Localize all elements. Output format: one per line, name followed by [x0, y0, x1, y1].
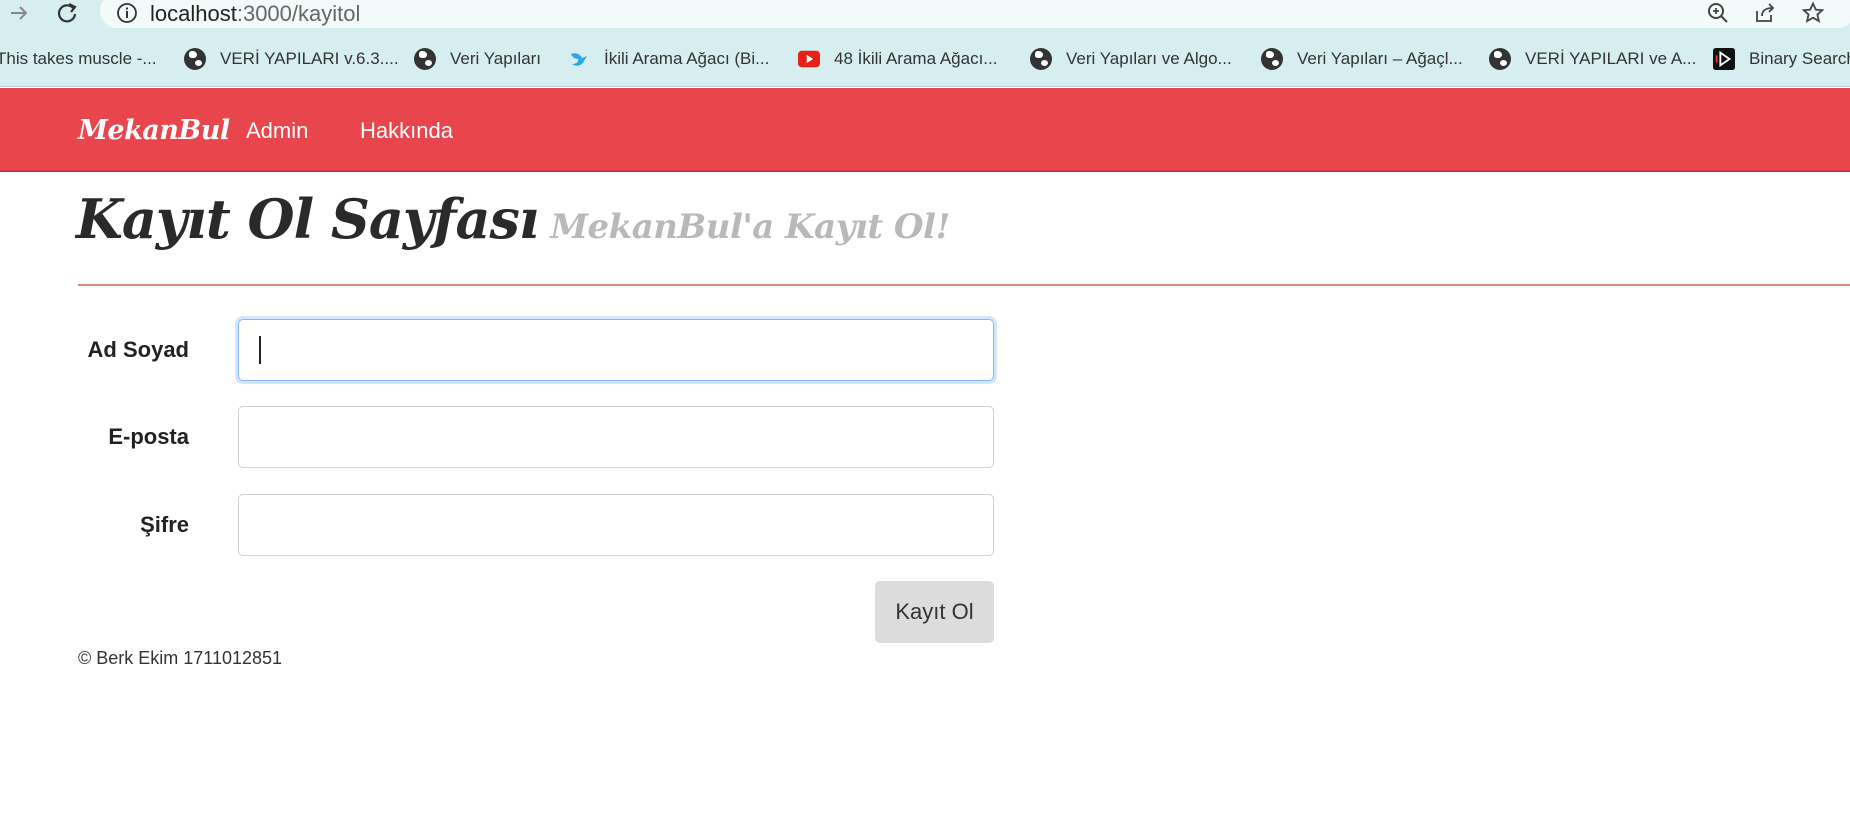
bookmark-item[interactable]: Veri Yapıları ve Algo... [1030, 47, 1232, 71]
bookmark-item[interactable]: VERİ YAPILARI ve A... [1489, 47, 1696, 71]
bookmark-item[interactable]: Binary Search [1713, 47, 1850, 71]
globe-icon [1489, 48, 1511, 70]
bookmark-label: Veri Yapıları [450, 49, 542, 68]
email-label: E-posta [108, 424, 189, 449]
bookmark-label: 48 İkili Arama Ağacı... [834, 49, 998, 68]
password-label: Şifre [140, 512, 189, 537]
site-navbar: MekanBul Admin Hakkında [0, 88, 1850, 172]
bookmark-item[interactable]: VERİ YAPILARI v.6.3.... [184, 47, 399, 71]
register-button[interactable]: Kayıt Ol [875, 581, 994, 643]
bookmark-label: Veri Yapıları – Ağaçl... [1297, 49, 1463, 68]
email-input[interactable] [238, 406, 994, 468]
globe-icon [1261, 48, 1283, 70]
bookmark-item[interactable]: Veri Yapıları [414, 47, 541, 71]
globe-icon [184, 48, 206, 70]
bookmark-label: VERİ YAPILARI v.6.3.... [220, 49, 399, 68]
nav-link-admin[interactable]: Admin [246, 118, 308, 144]
bookmark-item[interactable]: İkili Arama Ağacı (Bi... [568, 47, 769, 71]
address-url: localhost:3000/kayitol [150, 1, 360, 27]
bookmark-label: This takes muscle -... [0, 49, 157, 68]
bookmark-item[interactable]: Veri Yapıları – Ağaçl... [1261, 47, 1463, 71]
nav-link-hakkinda[interactable]: Hakkında [360, 118, 453, 144]
bookmark-star-icon[interactable] [1800, 0, 1826, 26]
page-header: Kayıt Ol Sayfası MekanBul'a Kayıt Ol! [76, 187, 950, 251]
password-input[interactable] [238, 494, 994, 556]
zoom-icon[interactable] [1705, 0, 1731, 26]
address-bar[interactable]: localhost:3000/kayitol [100, 0, 1850, 28]
forward-icon[interactable] [4, 0, 34, 26]
blue-bird-icon [568, 48, 590, 70]
browser-toolbar: localhost:3000/kayitol [0, 0, 1850, 29]
globe-icon [1030, 48, 1052, 70]
url-host: localhost [150, 1, 237, 26]
bookmarks-bar: This takes muscle -... VERİ YAPILARI v.6… [0, 29, 1850, 87]
youtube-icon [798, 48, 820, 70]
share-icon[interactable] [1752, 0, 1778, 26]
name-label: Ad Soyad [87, 337, 189, 362]
footer-copyright: © Berk Ekim 1711012851 [78, 648, 283, 668]
page-subtitle: MekanBul'a Kayıt Ol! [550, 207, 950, 247]
play-logo-icon [1713, 48, 1735, 70]
site-info-icon[interactable] [116, 2, 138, 24]
brand-logo[interactable]: MekanBul [78, 115, 230, 146]
bookmark-item[interactable]: This takes muscle -... [0, 47, 157, 71]
bookmark-label: VERİ YAPILARI ve A... [1525, 49, 1697, 68]
bookmark-item[interactable]: 48 İkili Arama Ağacı... [798, 47, 997, 71]
bookmark-label: İkili Arama Ağacı (Bi... [604, 49, 770, 68]
text-caret [259, 336, 261, 364]
bookmark-label: Binary Search [1749, 49, 1850, 68]
page-title: Kayıt Ol Sayfası [76, 187, 539, 251]
reload-icon[interactable] [52, 0, 82, 26]
bookmark-label: Veri Yapıları ve Algo... [1066, 49, 1232, 68]
name-input[interactable] [238, 319, 994, 381]
header-divider [78, 284, 1850, 286]
url-path: :3000/kayitol [236, 1, 361, 26]
globe-icon [414, 48, 436, 70]
